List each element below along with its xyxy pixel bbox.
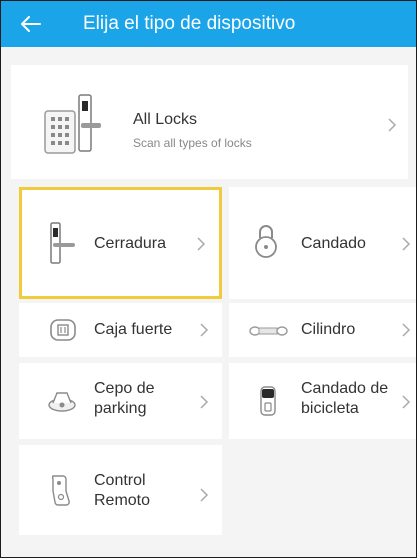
device-caja-fuerte[interactable]: Caja fuerte bbox=[19, 303, 222, 357]
device-cepo-de-parking[interactable]: Cepo de parking bbox=[19, 363, 222, 439]
device-candado-de-bicicleta[interactable]: Candado de bicicleta bbox=[229, 363, 416, 439]
device-label: Cerradura bbox=[94, 235, 167, 252]
device-label: Cepo de parking bbox=[94, 380, 155, 417]
device-candado[interactable]: Candado bbox=[229, 187, 416, 299]
chevron-right-icon bbox=[199, 394, 209, 415]
page-title: Elija el tipo de dispositivo bbox=[83, 13, 296, 34]
device-label: Control Remoto bbox=[94, 472, 151, 509]
device-control-remoto[interactable]: Control Remoto bbox=[19, 445, 222, 535]
device-cilindro[interactable]: Cilindro bbox=[229, 303, 416, 357]
app-bar: Elija el tipo de dispositivo bbox=[1, 1, 416, 47]
device-type-screen: Elija el tipo de dispositivo All Locks S… bbox=[0, 0, 417, 558]
all-locks-card[interactable]: All Locks Scan all types of locks bbox=[11, 65, 408, 179]
remote-control-icon bbox=[49, 473, 71, 512]
chevron-right-icon bbox=[387, 117, 397, 138]
device-label: Candado de bicicleta bbox=[301, 380, 389, 417]
keypad-lock-icon bbox=[43, 93, 101, 162]
chevron-right-icon bbox=[199, 487, 209, 508]
bike-lock-icon bbox=[259, 385, 277, 422]
device-label: Caja fuerte bbox=[94, 321, 173, 338]
arrow-left-icon[interactable] bbox=[15, 9, 45, 39]
cylinder-icon bbox=[249, 324, 289, 342]
chevron-right-icon bbox=[199, 322, 209, 343]
door-lock-icon bbox=[49, 221, 75, 270]
padlock-icon bbox=[253, 223, 279, 264]
device-label: Candado bbox=[301, 235, 366, 252]
safe-icon bbox=[49, 318, 77, 347]
device-label: Cilindro bbox=[301, 321, 356, 338]
chevron-right-icon bbox=[196, 236, 206, 257]
parking-lock-icon bbox=[47, 389, 77, 418]
chevron-right-icon bbox=[401, 322, 411, 343]
chevron-right-icon bbox=[401, 236, 411, 257]
chevron-right-icon bbox=[401, 394, 411, 415]
all-locks-title: All Locks bbox=[133, 111, 198, 128]
all-locks-subtitle: Scan all types of locks bbox=[133, 136, 252, 150]
device-cerradura[interactable]: Cerradura bbox=[19, 187, 222, 299]
